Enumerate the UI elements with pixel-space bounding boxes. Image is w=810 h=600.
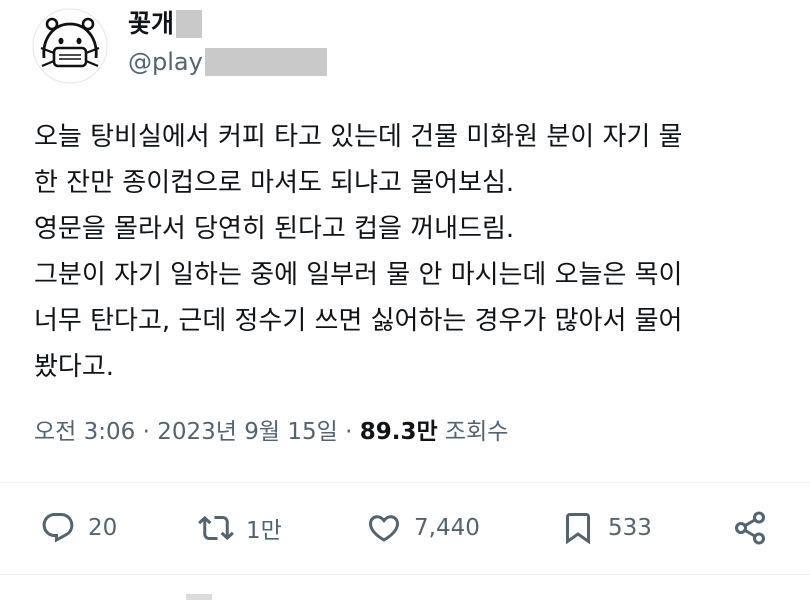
like-button[interactable]: 7,440 xyxy=(366,502,480,554)
retweet-button[interactable]: 1만 xyxy=(198,502,282,554)
avatar-bear-mask-icon xyxy=(32,8,108,84)
retweet-arrows-icon xyxy=(198,515,234,541)
tweet-date[interactable]: 2023년 9월 15일 xyxy=(157,419,338,445)
name-redaction xyxy=(176,10,203,38)
tweet-card: 꽃개 @play 오늘 탕비실에서 커피 타고 있는데 건물 미화원 분이 자기… xyxy=(0,0,810,600)
share-button[interactable] xyxy=(732,502,768,554)
tweet-time[interactable]: 오전 3:06 xyxy=(34,419,135,445)
tweet-text-line: 영문을 몰라서 당연히 된다고 컵을 꺼내드림. xyxy=(34,214,515,244)
reply-button[interactable]: 20 xyxy=(40,502,117,554)
views-label: 조회수 xyxy=(437,419,509,445)
handle-redaction xyxy=(204,48,327,76)
retweet-count: 1만 xyxy=(246,518,282,544)
reply-count: 20 xyxy=(88,515,118,541)
tweet-text-line: 너무 탄다고, 근데 정수기 쓰면 싫어하는 경우가 많아서 물어 xyxy=(34,306,683,336)
handle-text: @play xyxy=(128,48,203,76)
tweet-text-line: 봤다고. xyxy=(34,352,115,382)
user-handle[interactable]: @play xyxy=(128,46,327,78)
heart-icon xyxy=(368,515,400,542)
tweet-text: 오늘 탕비실에서 커피 타고 있는데 건물 미화원 분이 자기 물 한 잔만 종… xyxy=(34,114,794,390)
bookmark-icon xyxy=(566,513,590,545)
tweet-text-line: 오늘 탕비실에서 커피 타고 있는데 건물 미화원 분이 자기 물 xyxy=(34,122,683,152)
bookmark-count: 533 xyxy=(608,515,652,541)
views-count: 89.3만 xyxy=(359,419,438,445)
next-item-redaction xyxy=(186,594,212,600)
tweet-text-line: 한 잔만 종이컵으로 마셔도 되냐고 물어보심. xyxy=(34,168,515,198)
bookmark-button[interactable]: 533 xyxy=(560,502,652,554)
tweet-meta: 오전 3:06 · 2023년 9월 15일 · 89.3만 조회수 xyxy=(34,414,508,450)
tweet-text-line: 그분이 자기 일하는 중에 일부러 물 안 마시는데 오늘은 목이 xyxy=(34,260,683,290)
display-name[interactable]: 꽃개 xyxy=(128,8,203,40)
meta-separator: · xyxy=(337,419,360,445)
like-count: 7,440 xyxy=(414,515,480,541)
display-name-text: 꽃개 xyxy=(128,9,175,38)
meta-separator: · xyxy=(135,419,158,445)
divider xyxy=(0,482,810,483)
share-icon xyxy=(735,511,765,545)
speech-bubble-icon xyxy=(42,513,74,543)
avatar[interactable] xyxy=(32,8,108,84)
action-bar: 20 1만 7,440 533 xyxy=(0,502,810,554)
divider xyxy=(0,574,810,575)
